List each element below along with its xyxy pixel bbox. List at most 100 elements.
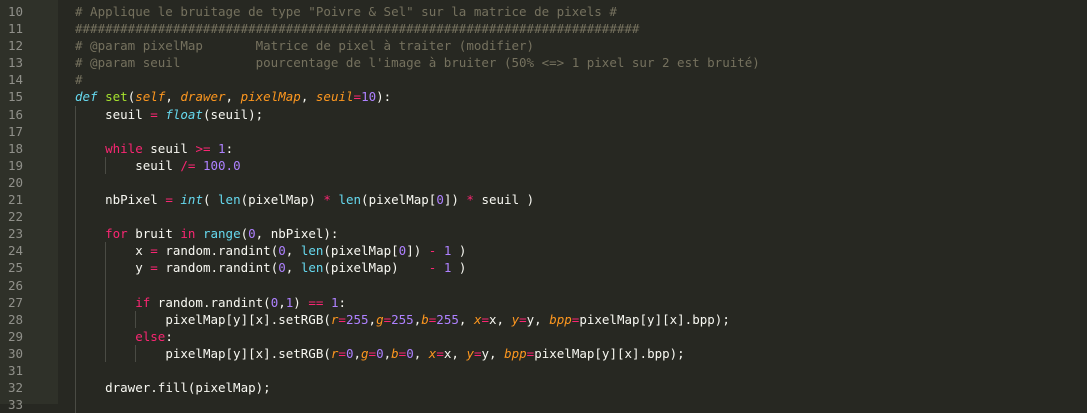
code-token: , [458, 311, 474, 327]
indent-guide [75, 293, 76, 311]
code-token: 0 [248, 226, 256, 242]
code-token: pixelMap[y][x].bpp); [534, 345, 685, 361]
indent-guide [75, 139, 76, 157]
code-line: for bruit in range(0, nbPixel): [58, 225, 1087, 243]
code-token: seuil [135, 157, 181, 173]
code-token: g [361, 345, 369, 361]
code-line: # Applique le bruitage de type "Poivre &… [58, 3, 1087, 20]
code-line: if random.randint(0,1) == 1: [58, 293, 1087, 311]
line-number: 24 [8, 243, 24, 259]
code-token: = [165, 192, 173, 208]
code-editor[interactable]: 10 11 12 13 14 15 16 17 18 19 20 21 22 23 24 25 26 27 28 29… [0, 0, 1087, 413]
indent-guide [75, 310, 76, 328]
code-token: x [135, 243, 151, 259]
code-line: nbPixel = int( len(pixelMap) * len(pixel… [58, 191, 1087, 209]
code-line [58, 276, 1087, 294]
code-token: y [466, 345, 474, 361]
code-token: ]) [406, 243, 429, 259]
code-token: self [135, 89, 166, 105]
line-number: 25 [8, 260, 24, 276]
code-token: = [519, 311, 527, 327]
indent-guide [75, 396, 76, 413]
code-token: ): [376, 89, 392, 105]
code-token: set [105, 89, 128, 105]
code-token: /= [180, 157, 196, 173]
code-token: 0 [278, 243, 286, 259]
code-line: seuil = float(seuil); [58, 105, 1087, 123]
line-number: 12 [8, 38, 24, 54]
code-token: : [338, 294, 347, 310]
code-line: x = random.randint(0, len(pixelMap[0]) -… [58, 242, 1087, 260]
code-token: while [105, 140, 143, 156]
line-number: 10 [8, 4, 24, 19]
code-token: # [75, 72, 83, 88]
code-token: : [225, 140, 234, 156]
code-line: drawer.fill(pixelMap); [58, 379, 1087, 397]
code-token: seuil ) [473, 192, 535, 208]
code-token: pixelMap [240, 89, 301, 105]
code-token: , [285, 260, 301, 276]
code-token: = [481, 311, 489, 327]
code-token: in [180, 226, 196, 242]
code-token: , [225, 89, 241, 105]
code-line [58, 208, 1087, 226]
code-token: = [473, 345, 482, 361]
code-line: # @param pixelMap Matrice de pixel à tra… [58, 37, 1087, 54]
indent-guide [75, 344, 76, 362]
code-token: , nbPixel): [255, 226, 339, 242]
code-token: bpp [504, 345, 527, 361]
line-number: 19 [8, 157, 24, 173]
indent-guide [105, 293, 107, 311]
code-token: seuil [105, 106, 151, 122]
indent-guide [75, 105, 76, 123]
code-line: y = random.randint(0, len(pixelMap) - 1 … [58, 259, 1087, 277]
line-number: 30 [8, 345, 24, 361]
code-line: pixelMap[y][x].setRGB(r=255,g=255,b=255,… [58, 310, 1087, 328]
indent-guide [75, 379, 76, 397]
code-token: , [368, 311, 377, 327]
code-token: b [391, 345, 399, 361]
code-token: = [150, 243, 158, 259]
code-token: g [376, 311, 384, 327]
code-token: if [135, 294, 151, 310]
code-token: b [421, 311, 429, 327]
code-token: 0 [406, 345, 414, 361]
code-token: >= [195, 140, 211, 156]
code-token: ) [451, 260, 467, 276]
indent-guide [75, 259, 76, 277]
code-token: ) [451, 243, 467, 259]
code-token: y, [526, 311, 550, 327]
code-token: (pixelMap[ [361, 192, 437, 208]
line-number: 22 [8, 209, 24, 225]
code-token: 1 [218, 140, 226, 156]
code-area[interactable]: # Applique le bruitage de type "Poivre &… [58, 0, 1087, 413]
code-token: len [300, 243, 324, 259]
code-token: * [323, 192, 331, 208]
code-token: 0 [376, 345, 384, 361]
indent-guide [75, 173, 76, 192]
indent-guide [75, 327, 76, 345]
code-token: ########################################… [75, 21, 640, 37]
indent-guide [75, 208, 76, 226]
code-token: pixelMap[y][x].setRGB( [165, 345, 331, 361]
code-token: = [150, 106, 158, 122]
code-token: 0 [436, 192, 444, 208]
line-number: 11 [8, 21, 24, 37]
line-number: 21 [8, 192, 24, 208]
code-token: = [338, 311, 346, 327]
code-token: , [165, 89, 181, 105]
code-token: random.randint( [157, 260, 279, 276]
line-number: 33 [8, 397, 24, 413]
code-token: (pixelMap) [240, 192, 324, 208]
code-token: , [278, 294, 286, 310]
code-token: 10 [361, 89, 377, 105]
line-number: 26 [8, 277, 24, 293]
indent-guide [75, 225, 76, 243]
code-token: (pixelMap[ [323, 243, 399, 259]
